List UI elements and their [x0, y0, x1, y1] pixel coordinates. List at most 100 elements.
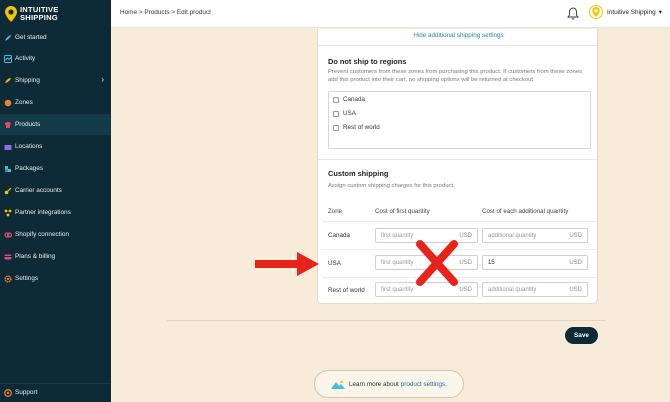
- column-header-zone: Zone: [328, 208, 343, 215]
- activity-icon: [4, 54, 12, 63]
- locations-icon: [4, 143, 12, 151]
- section-divider: [167, 320, 606, 321]
- chevron-right-icon: ›: [101, 75, 104, 84]
- sidebar-item-label: Activity: [15, 55, 36, 62]
- currency-unit: USD: [459, 233, 472, 239]
- row-divider: [322, 221, 596, 222]
- sidebar-item-shopify-connection[interactable]: Shopify connection: [0, 224, 111, 245]
- sidebar-item-label: Settings: [15, 275, 39, 282]
- additional-quantity-input-usa[interactable]: 15 USD: [482, 255, 588, 270]
- learn-more-banner[interactable]: Learn more about product settings.: [314, 370, 464, 398]
- billing-icon: [4, 253, 12, 261]
- support-icon: [4, 388, 12, 397]
- avatar: [589, 5, 603, 19]
- red-x-annotation: [416, 240, 458, 286]
- region-label: USA: [343, 110, 356, 117]
- zone-label-usa: USA: [328, 260, 341, 267]
- sidebar-item-shipping[interactable]: Shipping ›: [0, 70, 111, 91]
- sidebar-item-label: Plans & billing: [15, 253, 56, 260]
- red-arrow-annotation: [255, 252, 319, 276]
- input-placeholder: first quantity: [381, 286, 414, 293]
- sidebar-item-label: Shopify connection: [15, 231, 70, 238]
- additional-quantity-input-rest-of-world[interactable]: additional quantity USD: [482, 282, 588, 297]
- gear-icon: [4, 274, 12, 283]
- chevron-down-icon: ▾: [658, 9, 662, 16]
- additional-quantity-input-canada[interactable]: additional quantity USD: [482, 228, 588, 243]
- sidebar-item-support[interactable]: Support: [0, 383, 111, 401]
- sidebar-item-label: Locations: [15, 143, 43, 150]
- packages-icon: [4, 165, 12, 173]
- currency-unit: USD: [459, 260, 472, 266]
- currency-unit: USD: [569, 260, 582, 266]
- region-label: Canada: [343, 96, 366, 103]
- sidebar-item-locations[interactable]: Locations: [0, 136, 111, 157]
- brand-logo[interactable]: INTUITIVE SHIPPING: [0, 0, 111, 28]
- sidebar-item-packages[interactable]: Packages: [0, 158, 111, 179]
- divider: [318, 159, 599, 160]
- input-placeholder: additional quantity: [488, 232, 537, 239]
- sidebar-item-label: Shipping: [15, 77, 40, 84]
- sidebar-item-partner-integrations[interactable]: Partner integrations: [0, 202, 111, 223]
- product-settings-link[interactable]: product settings.: [401, 381, 447, 388]
- user-menu[interactable]: Intuitive Shipping ▾: [589, 5, 662, 19]
- column-header-additional: Cost of each additional quantity: [482, 208, 569, 215]
- sidebar-item-label: Partner integrations: [15, 209, 71, 216]
- sidebar: INTUITIVE SHIPPING Get started Activity …: [0, 0, 111, 402]
- checkbox[interactable]: [333, 110, 339, 117]
- regions-title: Do not ship to regions: [328, 57, 407, 66]
- integrations-icon: [4, 209, 12, 217]
- region-option-rest-of-world[interactable]: Rest of world: [333, 124, 380, 131]
- shopify-icon: [4, 231, 12, 239]
- currency-unit: USD: [459, 287, 472, 293]
- sidebar-item-settings[interactable]: Settings: [0, 268, 111, 289]
- sidebar-item-label: Zones: [15, 99, 33, 106]
- sidebar-item-label: Get started: [15, 34, 47, 41]
- sidebar-item-label: Carrier accounts: [15, 187, 62, 194]
- zone-label-canada: Canada: [328, 232, 351, 239]
- sidebar-item-label: Products: [15, 121, 41, 128]
- key-icon: [4, 187, 12, 195]
- input-placeholder: first quantity: [381, 232, 414, 239]
- main-content: Hide additional shipping settings Do not…: [111, 29, 670, 402]
- input-placeholder: additional quantity: [488, 286, 537, 293]
- sidebar-item-label: Packages: [15, 165, 44, 172]
- shipping-icon: [4, 77, 12, 85]
- sidebar-item-products[interactable]: Products: [0, 114, 111, 135]
- custom-shipping-description: Assign custom shipping charges for this …: [328, 183, 455, 189]
- save-button[interactable]: Save: [565, 327, 598, 344]
- sidebar-item-carrier-accounts[interactable]: Carrier accounts: [0, 180, 111, 201]
- region-option-usa[interactable]: USA: [333, 110, 356, 117]
- learn-more-text: Learn more about: [349, 380, 399, 388]
- logo-pin-icon: [5, 6, 17, 22]
- top-bar: Home > Products > Edit product Intuitive…: [111, 0, 670, 28]
- products-icon: [4, 121, 12, 129]
- zone-label-rest-of-world: Rest of world: [328, 287, 365, 294]
- breadcrumb[interactable]: Home > Products > Edit product: [120, 9, 211, 16]
- support-label: Support: [15, 389, 38, 396]
- custom-shipping-title: Custom shipping: [328, 169, 389, 178]
- regions-list: Canada USA Rest of world: [328, 91, 591, 149]
- sidebar-item-get-started[interactable]: Get started: [0, 27, 111, 48]
- checkbox[interactable]: [333, 124, 339, 131]
- region-label: Rest of world: [343, 124, 380, 131]
- bell-icon[interactable]: [567, 7, 579, 20]
- checkbox[interactable]: [333, 96, 339, 103]
- sidebar-item-zones[interactable]: Zones: [0, 92, 111, 113]
- sidebar-item-plans-billing[interactable]: Plans & billing: [0, 246, 111, 267]
- currency-unit: USD: [569, 233, 582, 239]
- input-value: 15: [488, 259, 495, 266]
- hide-additional-settings-link[interactable]: Hide additional shipping settings: [318, 32, 599, 39]
- mountain-icon: [331, 380, 346, 389]
- input-placeholder: first quantity: [381, 259, 414, 266]
- zones-icon: [4, 99, 12, 107]
- sidebar-item-activity[interactable]: Activity: [0, 48, 111, 69]
- user-name: Intuitive Shipping: [607, 8, 656, 16]
- divider: [318, 45, 599, 46]
- brand-line-2: SHIPPING: [20, 13, 58, 22]
- column-header-first: Cost of first quantity: [375, 208, 430, 215]
- rocket-icon: [4, 34, 12, 42]
- regions-description: Prevent customers from these zones from …: [328, 69, 583, 83]
- brand-text: INTUITIVE SHIPPING: [20, 6, 59, 21]
- region-option-canada[interactable]: Canada: [333, 96, 365, 103]
- currency-unit: USD: [569, 287, 582, 293]
